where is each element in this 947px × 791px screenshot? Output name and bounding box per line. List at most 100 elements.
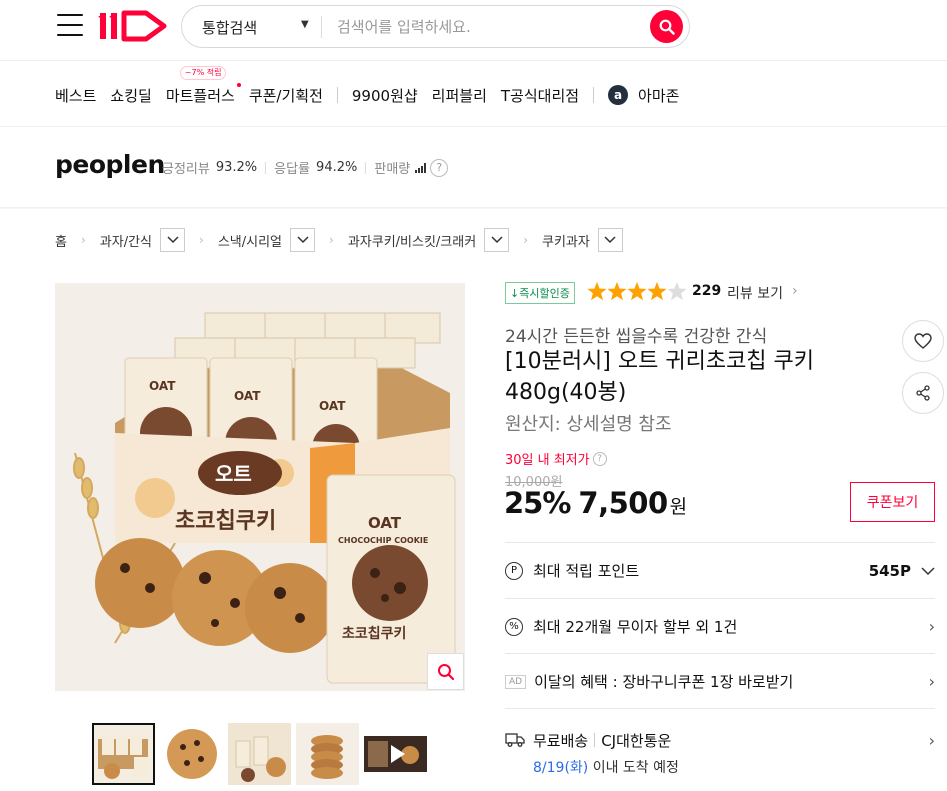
pack-oat-label: OAT [319,399,346,413]
nav-item-refurb[interactable]: 리퍼블리 [432,85,487,106]
thumbnail-1[interactable] [92,723,155,785]
breadcrumb-dropdown[interactable] [484,228,510,252]
percent-icon: % [505,617,523,636]
chevron-right-icon: › [928,730,935,750]
breadcrumb-snack[interactable]: 과자/간식 [100,231,152,250]
divider [365,161,367,174]
currency-unit: 원 [669,496,688,518]
sales-volume-bars-icon [415,162,427,173]
search-icon [437,663,454,680]
single-pack-choco-label: CHOCOCHIP COOKIE [338,536,428,545]
arrival-estimate: 8/19(화) 이내 도착 예정 [533,757,679,777]
nav-item-label: 아마존 [638,86,680,105]
single-pack-oat-label: OAT [368,514,402,532]
arrival-date: 8/19(화) [533,760,589,776]
header-divider [0,60,947,61]
point-icon: P [505,561,523,580]
nav-item-9900[interactable]: 9900원샵 [352,85,418,106]
search-button[interactable] [650,10,683,43]
nav-item-best[interactable]: 베스트 [55,85,96,106]
chevron-right-icon: › [199,233,204,247]
product-subtitle: 24시간 든든한 씹을수록 건강한 간식 [505,327,768,347]
heart-icon [914,333,932,349]
sale-price: 7,500 [578,486,668,520]
monthly-benefit-text: 이달의 혜택 : 장바구니쿠폰 1장 바로받기 [534,673,794,691]
nav-item-amazon[interactable]: a 아마존 [608,85,679,106]
help-icon[interactable]: ? [430,158,449,177]
search-icon [659,19,675,35]
carrier-name: CJ대한통운 [601,731,672,750]
installment-row[interactable]: % 최대 22개월 무이자 할부 외 1건 › [505,599,935,654]
breadcrumb-home[interactable]: 홈 [55,231,67,250]
box-product-name: 초코칩쿠키 [175,509,276,534]
search-category-select[interactable]: 통합검색 [202,17,257,38]
chevron-down-icon[interactable] [921,561,935,580]
positive-review-label: 긍정리뷰 [162,162,210,177]
nav-divider [0,126,947,127]
review-link[interactable]: 리뷰 보기 [727,283,783,303]
menu-icon[interactable] [57,14,83,36]
divider [594,733,596,747]
zoom-button[interactable] [427,653,464,690]
arrival-suffix: 이내 도착 예정 [588,760,679,776]
divider [321,16,322,38]
chevron-down-icon [604,236,616,244]
installment-text: 최대 22개월 무이자 할부 외 1건 [533,618,738,636]
chevron-down-icon [491,236,503,244]
nav-item-mart-plus[interactable]: ~7% 적립 마트플러스 [166,65,241,106]
breadcrumb: 홈 › 과자/간식 › 스낵/시리얼 › 과자쿠키/비스킷/크래커 › 쿠키과자 [55,227,623,253]
chevron-down-icon[interactable]: ▼ [301,19,309,30]
thumbnail-4[interactable] [296,723,359,785]
chevron-down-icon [166,236,179,244]
site-logo[interactable] [98,6,168,44]
video-thumbnail-image [364,723,427,785]
thumbnail-image [296,723,359,785]
chevron-right-icon: › [80,233,86,247]
lowest-price-label: 30일 내 최저가 ? [505,449,607,468]
chevron-right-icon[interactable]: › [792,283,798,299]
nav-item-coupon[interactable]: 쿠폰/기획전 [249,85,323,106]
breadcrumb-cookie[interactable]: 쿠키과자 [542,231,590,250]
wishlist-button[interactable] [902,320,944,362]
nav-item-shocking-deal[interactable]: 쇼킹딜 [110,85,151,106]
monthly-benefit-row[interactable]: AD 이달의 혜택 : 장바구니쿠폰 1장 바로받기 › [505,654,935,709]
search-input[interactable] [337,14,637,40]
divider [505,708,935,709]
truck-icon [505,733,525,747]
share-button[interactable] [902,372,944,414]
points-row[interactable]: P 최대 적립 포인트 545P [505,543,935,598]
product-main-image[interactable]: OAT OAT OAT 오트 초코칩쿠키 OAT CHOCOCHIP COOKI… [55,283,465,691]
seller-name[interactable]: peoplen [55,150,165,179]
breadcrumb-dropdown[interactable] [597,228,623,252]
discount-rate: 25% [504,486,571,520]
thumbnail-3[interactable] [228,723,291,785]
thumbnail-2[interactable] [161,723,224,785]
rating-stars [587,281,687,303]
chevron-right-icon: › [928,672,935,691]
coupon-button[interactable]: 쿠폰보기 [850,482,935,522]
review-count[interactable]: 229 [692,283,721,299]
breadcrumb-cereal[interactable]: 스낵/시리얼 [218,231,282,250]
section-divider [0,207,947,209]
category-nav: 베스트 쇼킹딜 ~7% 적립 마트플러스 쿠폰/기획전 9900원샵 리퍼블리 … [55,65,693,108]
seller-stats: 긍정리뷰 93.2% 응답률 94.2% 판매량 ? [162,158,449,177]
thumbnail-video[interactable] [364,723,427,785]
breadcrumb-cookie-biscuit[interactable]: 과자쿠키/비스킷/크래커 [348,231,476,250]
response-rate-value: 94.2% [316,160,358,175]
chevron-right-icon: › [329,233,334,247]
thumbnail-image [228,723,291,785]
breadcrumb-dropdown[interactable] [160,228,186,252]
mart-point-badge: ~7% 적립 [179,65,227,80]
star-rating-icon [587,282,687,301]
chevron-down-icon [296,236,309,244]
new-dot [236,82,241,87]
help-icon[interactable]: ? [592,451,607,466]
breadcrumb-dropdown[interactable] [290,228,316,252]
nav-item-t-store[interactable]: T공식대리점 [501,85,579,106]
product-origin: 원산지: 상세설명 참조 [505,414,672,435]
free-shipping-label: 무료배송 [533,731,589,750]
chevron-right-icon: › [928,617,935,636]
divider [265,161,267,174]
instant-discount-badge: ↓즉시할인증 [505,282,575,304]
search-bar: 통합검색 ▼ [181,5,690,48]
